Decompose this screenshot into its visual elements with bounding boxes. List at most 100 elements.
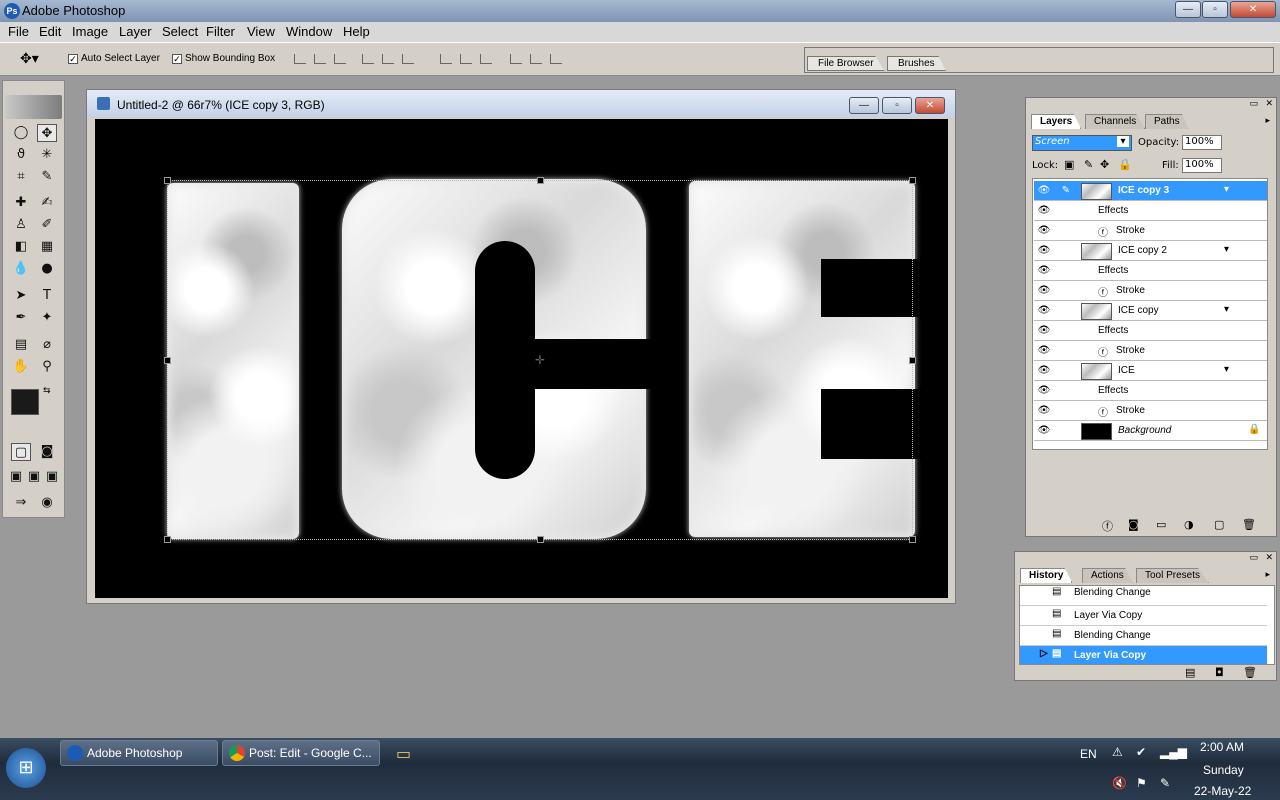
distribute-bottom-icon[interactable]: [480, 54, 492, 64]
panel-menu-icon[interactable]: ▸: [1265, 570, 1270, 580]
transform-handle[interactable]: [909, 357, 916, 364]
snapshot-icon[interactable]: ◘: [1215, 666, 1224, 679]
taskbar-chrome[interactable]: Post: Edit - Google C...: [222, 740, 380, 766]
quick-mask-icon[interactable]: ◙: [37, 443, 57, 461]
stroke-effect-row[interactable]: 👁 ⓕ Stroke: [1034, 401, 1267, 421]
minimize-button[interactable]: —: [1175, 1, 1201, 18]
screen-mode-1-icon[interactable]: ▣: [7, 468, 25, 486]
history-item[interactable]: ▤ Blending Change: [1020, 586, 1267, 606]
effects-row[interactable]: 👁 Effects: [1034, 261, 1267, 281]
lock-move-icon[interactable]: ✥: [1100, 158, 1109, 171]
eraser-tool-icon[interactable]: ◧: [11, 238, 31, 256]
eye-icon[interactable]: 👁: [1036, 404, 1052, 418]
eye-icon[interactable]: 👁: [1036, 324, 1052, 338]
effects-toggle-icon[interactable]: ▾: [1224, 244, 1229, 255]
doc-close-button[interactable]: ✕: [915, 97, 945, 114]
document-title-bar[interactable]: Untitled-2 @ 66r7% (ICE copy 3, RGB) — ▫…: [87, 90, 955, 117]
transform-handle[interactable]: [537, 536, 544, 543]
eye-icon[interactable]: 👁: [1036, 184, 1052, 198]
effects-row[interactable]: 👁 Effects: [1034, 321, 1267, 341]
distribute-middle-icon[interactable]: [460, 54, 472, 64]
menu-filter[interactable]: Filter: [206, 24, 235, 39]
doc-maximize-button[interactable]: ▫: [882, 97, 912, 114]
history-brush-icon[interactable]: ✐: [37, 216, 57, 234]
eye-icon[interactable]: 👁: [1036, 284, 1052, 298]
effects-toggle-icon[interactable]: ▾: [1224, 184, 1229, 195]
move-tool-icon[interactable]: ✥▾: [20, 51, 39, 67]
blend-mode-select[interactable]: Screen ▾: [1032, 135, 1132, 151]
align-right-icon[interactable]: [402, 54, 414, 64]
lock-all-icon[interactable]: 🔒: [1118, 158, 1132, 171]
crop-tool-icon[interactable]: ⌗: [11, 168, 31, 186]
imageready-icon[interactable]: ◉: [37, 494, 57, 512]
history-item[interactable]: ▤ Blending Change: [1020, 626, 1267, 646]
gradient-tool-icon[interactable]: ▦: [37, 238, 57, 256]
effects-toggle-icon[interactable]: ▾: [1224, 364, 1229, 375]
new-layer-icon[interactable]: ▢: [1214, 518, 1224, 531]
layer-style-icon[interactable]: ⓕ: [1102, 518, 1113, 534]
menu-layer[interactable]: Layer: [119, 24, 152, 39]
lock-paint-icon[interactable]: ✎: [1084, 158, 1093, 171]
tab-actions[interactable]: Actions: [1082, 568, 1133, 583]
eye-icon[interactable]: 👁: [1036, 244, 1052, 258]
clone-stamp-icon[interactable]: ♙: [11, 216, 31, 234]
distribute-top-icon[interactable]: [440, 54, 452, 64]
stroke-effect-row[interactable]: 👁 ⓕ Stroke: [1034, 341, 1267, 361]
transform-handle[interactable]: [909, 177, 916, 184]
panel-close-icon[interactable]: ✕: [1265, 553, 1273, 563]
dodge-tool-icon[interactable]: ●: [37, 260, 57, 278]
transform-handle[interactable]: [164, 536, 171, 543]
bounding-box-checkbox[interactable]: ✓ Show Bounding Box: [172, 53, 275, 64]
brush-tool-icon[interactable]: ✍: [37, 194, 57, 212]
eye-icon[interactable]: 👁: [1036, 364, 1052, 378]
notes-tool-icon[interactable]: ▤: [11, 336, 31, 354]
hand-tool-icon[interactable]: ✋: [11, 358, 31, 376]
layer-row-background[interactable]: 👁 Background 🔒: [1034, 421, 1267, 441]
volume-muted-icon[interactable]: 🔇: [1112, 776, 1127, 790]
history-item-current[interactable]: ▷ ▤ Layer Via Copy: [1020, 646, 1267, 664]
panel-menu-icon[interactable]: ▸: [1265, 116, 1270, 126]
stroke-effect-row[interactable]: 👁 ⓕ Stroke: [1034, 221, 1267, 241]
effects-row[interactable]: 👁 Effects: [1034, 201, 1267, 221]
pen-tool-icon[interactable]: ✒: [11, 309, 31, 327]
security-icon[interactable]: ✔: [1136, 745, 1146, 759]
add-mask-icon[interactable]: ◙: [1128, 518, 1139, 531]
type-tool-icon[interactable]: T: [37, 287, 57, 305]
zoom-tool-icon[interactable]: ⚲: [37, 358, 57, 376]
move-tool-icon[interactable]: ✥: [37, 124, 57, 142]
distribute-left-icon[interactable]: [510, 54, 522, 64]
align-bottom-icon[interactable]: [334, 54, 346, 64]
fill-input[interactable]: 100%: [1182, 158, 1222, 173]
eye-icon[interactable]: 👁: [1036, 224, 1052, 238]
network-warning-icon[interactable]: ⚠: [1112, 745, 1123, 759]
tab-brushes[interactable]: Brushes: [887, 56, 946, 71]
transform-handle[interactable]: [909, 536, 916, 543]
path-select-icon[interactable]: ➤: [11, 287, 31, 305]
eyedropper-icon[interactable]: ⌀: [37, 336, 57, 354]
start-button[interactable]: ⊞: [6, 748, 46, 788]
tab-file-browser[interactable]: File Browser: [807, 56, 885, 71]
eye-icon[interactable]: 👁: [1036, 264, 1052, 278]
standard-mode-icon[interactable]: ▢: [11, 443, 31, 461]
brush-link-icon[interactable]: ✎: [1058, 184, 1074, 198]
trash-icon[interactable]: 🗑: [1243, 666, 1257, 679]
opacity-input[interactable]: 100%: [1182, 135, 1222, 150]
layer-row-ice-copy[interactable]: 👁 ICE copy ▾: [1034, 301, 1267, 321]
folder-icon[interactable]: ▭: [396, 744, 411, 763]
layer-row-ice-copy-3[interactable]: 👁 ✎ ICE copy 3 ▾: [1034, 181, 1267, 201]
flag-icon[interactable]: ⚑: [1136, 776, 1147, 790]
maximize-button[interactable]: ▫: [1202, 1, 1228, 18]
screen-mode-2-icon[interactable]: ▣: [25, 468, 43, 486]
shape-tool-icon[interactable]: ✦: [37, 309, 57, 327]
eye-icon[interactable]: 👁: [1036, 304, 1052, 318]
transform-handle[interactable]: [164, 357, 171, 364]
marquee-tool-icon[interactable]: ◯: [11, 124, 31, 142]
lasso-tool-icon[interactable]: ϑ: [11, 146, 31, 164]
eye-icon[interactable]: 👁: [1036, 204, 1052, 218]
healing-brush-icon[interactable]: ✚: [11, 194, 31, 212]
screen-mode-3-icon[interactable]: ▣: [43, 468, 61, 486]
effects-toggle-icon[interactable]: ▾: [1224, 304, 1229, 315]
menu-window[interactable]: Window: [286, 24, 332, 39]
distribute-right-icon[interactable]: [550, 54, 562, 64]
layer-row-ice[interactable]: 👁 ICE ▾: [1034, 361, 1267, 381]
